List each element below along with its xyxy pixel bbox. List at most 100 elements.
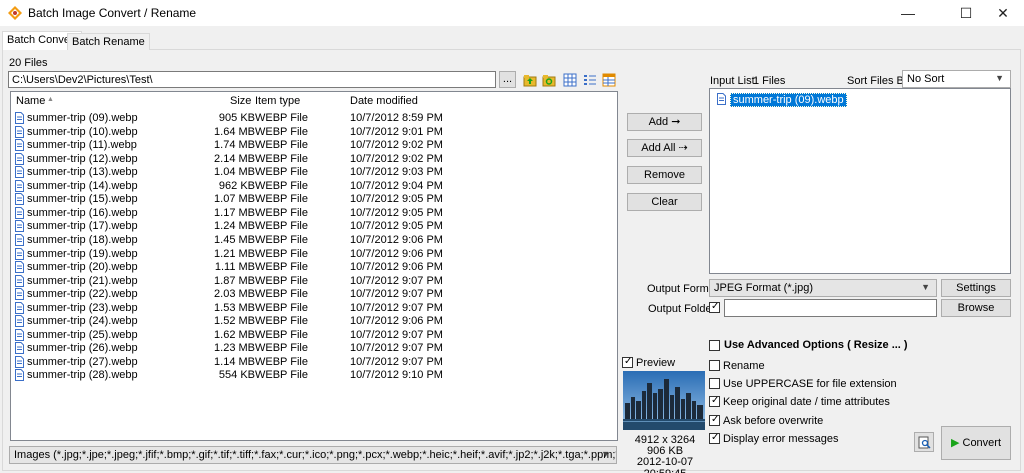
column-item-type[interactable]: Item type: [255, 92, 300, 110]
remove-button[interactable]: Remove: [627, 166, 702, 184]
file-name: summer-trip (27).webp: [27, 355, 138, 368]
table-row[interactable]: summer-trip (19).webp 1.21 MB WEBP File 10/…: [11, 247, 617, 262]
details-view-icon[interactable]: [602, 73, 616, 87]
column-size[interactable]: Size: [230, 92, 251, 110]
checkmark-icon: ✓: [711, 414, 720, 425]
folder-up-icon[interactable]: [523, 73, 537, 87]
add-all-button[interactable]: Add All ⇢: [627, 139, 702, 157]
file-icon: [15, 301, 24, 314]
preview-label[interactable]: Preview: [636, 357, 675, 369]
file-date: 10/7/2012 9:05 PM: [350, 220, 443, 233]
convert-button[interactable]: ▶ Convert: [941, 426, 1011, 460]
file-icon: [15, 261, 24, 274]
file-size: 1.45 MB: [214, 233, 255, 246]
output-format-select[interactable]: JPEG Format (*.jpg) ▼: [709, 279, 937, 297]
table-row[interactable]: summer-trip (18).webp 1.45 MB WEBP File 10/…: [11, 233, 617, 248]
keep-date-label[interactable]: Keep original date / time attributes: [723, 396, 890, 408]
uppercase-checkbox[interactable]: [709, 378, 720, 389]
settings-button[interactable]: Settings: [941, 279, 1011, 297]
file-date: 10/7/2012 9:05 PM: [350, 193, 443, 206]
table-row[interactable]: summer-trip (17).webp 1.24 MB WEBP File 10/…: [11, 220, 617, 234]
file-name: summer-trip (18).webp: [27, 233, 138, 246]
table-row[interactable]: summer-trip (22).webp 2.03 MB WEBP File 10/…: [11, 288, 617, 302]
chevron-down-icon: ▼: [601, 449, 610, 459]
close-button[interactable]: ✕: [980, 0, 1024, 26]
large-icons-view-icon[interactable]: [563, 73, 577, 87]
output-folder-input[interactable]: [724, 299, 937, 317]
filter-value: Images (*.jpg;*.jpe;*.jpeg;*.jfif;*.bmp;…: [14, 449, 617, 461]
title-bar: Batch Image Convert / Rename — ☐ ✕: [0, 0, 1024, 26]
sort-files-select[interactable]: No Sort ▼: [902, 70, 1011, 88]
file-name: summer-trip (11).webp: [27, 139, 137, 152]
input-list-label: Input List:: [710, 75, 758, 87]
file-type: WEBP File: [255, 342, 308, 355]
table-row[interactable]: summer-trip (24).webp 1.52 MB WEBP File 10/…: [11, 315, 617, 329]
refresh-folder-icon[interactable]: [542, 73, 556, 87]
keep-date-checkbox[interactable]: ✓: [709, 395, 720, 407]
preview-thumbnail: [623, 371, 705, 430]
file-list[interactable]: Name ▲ Size Item type Date modified summ…: [10, 91, 618, 441]
advanced-options-checkbox[interactable]: [709, 340, 720, 351]
table-row[interactable]: summer-trip (26).webp 1.23 MB WEBP File 10/…: [11, 342, 617, 356]
table-row[interactable]: summer-trip (21).webp 1.87 MB WEBP File 10/…: [11, 274, 617, 289]
clear-button[interactable]: Clear: [627, 193, 702, 211]
file-date: 10/7/2012 9:07 PM: [350, 328, 443, 341]
view-log-button[interactable]: [914, 432, 934, 452]
file-name: summer-trip (15).webp: [27, 193, 138, 206]
table-row[interactable]: summer-trip (28).webp 554 KB WEBP File 10/7…: [11, 369, 617, 383]
column-name[interactable]: Name: [16, 92, 45, 110]
tab-batch-rename[interactable]: Batch Rename: [67, 33, 150, 50]
add-button[interactable]: Add ➞: [627, 113, 702, 131]
output-folder-label: Output Folder:: [648, 303, 719, 315]
file-icon: [15, 193, 24, 206]
ask-overwrite-label[interactable]: Ask before overwrite: [723, 415, 823, 427]
file-name: summer-trip (23).webp: [27, 301, 138, 314]
file-type: WEBP File: [255, 328, 308, 341]
table-row[interactable]: summer-trip (23).webp 1.53 MB WEBP File 10/…: [11, 301, 617, 316]
minimize-button[interactable]: —: [885, 0, 931, 26]
file-icon: [15, 166, 24, 179]
file-size: 1.11 MB: [214, 261, 255, 274]
file-date: 10/7/2012 9:06 PM: [350, 315, 443, 328]
browse-path-button[interactable]: ...: [499, 71, 516, 88]
list-view-icon[interactable]: [583, 73, 597, 87]
table-row[interactable]: summer-trip (25).webp 1.62 MB WEBP File 10/…: [11, 328, 617, 343]
rename-label[interactable]: Rename: [723, 360, 765, 372]
table-row[interactable]: summer-trip (10).webp 1.64 MB WEBP File 10/…: [11, 125, 617, 140]
output-folder-checkbox[interactable]: ✓: [709, 301, 720, 313]
table-row[interactable]: summer-trip (27).webp 1.14 MB WEBP File 10/…: [11, 355, 617, 370]
file-date: 10/7/2012 9:04 PM: [350, 179, 443, 192]
table-row[interactable]: summer-trip (20).webp 1.11 MB WEBP File 10/…: [11, 261, 617, 275]
table-row[interactable]: summer-trip (13).webp 1.04 MB WEBP File 10/…: [11, 166, 617, 180]
file-size: 905 KB: [218, 112, 255, 124]
file-type: WEBP File: [255, 139, 308, 152]
table-row[interactable]: summer-trip (11).webp 1.74 MB WEBP File 10/…: [11, 139, 617, 153]
table-row[interactable]: summer-trip (12).webp 2.14 MB WEBP File 10/…: [11, 152, 617, 167]
preview-checkbox[interactable]: ✓: [622, 356, 633, 368]
file-icon: [15, 315, 24, 328]
path-input[interactable]: C:\Users\Dev2\Pictures\Test\: [8, 71, 496, 88]
file-type-filter[interactable]: Images (*.jpg;*.jpe;*.jpeg;*.jfif;*.bmp;…: [9, 446, 617, 464]
file-icon: [15, 355, 24, 368]
file-type: WEBP File: [255, 206, 308, 219]
display-errors-label[interactable]: Display error messages: [723, 433, 839, 445]
advanced-options-label[interactable]: Use Advanced Options ( Resize ... ): [724, 339, 908, 351]
file-size: 1.53 MB: [214, 301, 255, 314]
table-row[interactable]: summer-trip (15).webp 1.07 MB WEBP File 10/…: [11, 193, 617, 207]
file-type: WEBP File: [255, 261, 308, 274]
file-icon: [15, 369, 24, 382]
table-row[interactable]: summer-trip (09).webp 905 KB WEBP File 10/7…: [11, 112, 617, 126]
rename-checkbox[interactable]: [709, 360, 720, 371]
browse-button[interactable]: Browse: [941, 299, 1011, 317]
table-row[interactable]: summer-trip (14).webp 962 KB WEBP File 10/7…: [11, 179, 617, 194]
table-row[interactable]: summer-trip (16).webp 1.17 MB WEBP File 10/…: [11, 206, 617, 221]
file-type: WEBP File: [255, 125, 308, 138]
file-type: WEBP File: [255, 233, 308, 246]
column-date-modified[interactable]: Date modified: [350, 92, 418, 110]
input-list-item[interactable]: summer-trip (09).webp: [730, 93, 847, 107]
input-list[interactable]: summer-trip (09).webp: [709, 88, 1011, 274]
ask-overwrite-checkbox[interactable]: ✓: [709, 414, 720, 426]
uppercase-label[interactable]: Use UPPERCASE for file extension: [723, 378, 897, 390]
file-date: 10/7/2012 9:02 PM: [350, 152, 443, 165]
file-size: 1.87 MB: [214, 274, 255, 287]
